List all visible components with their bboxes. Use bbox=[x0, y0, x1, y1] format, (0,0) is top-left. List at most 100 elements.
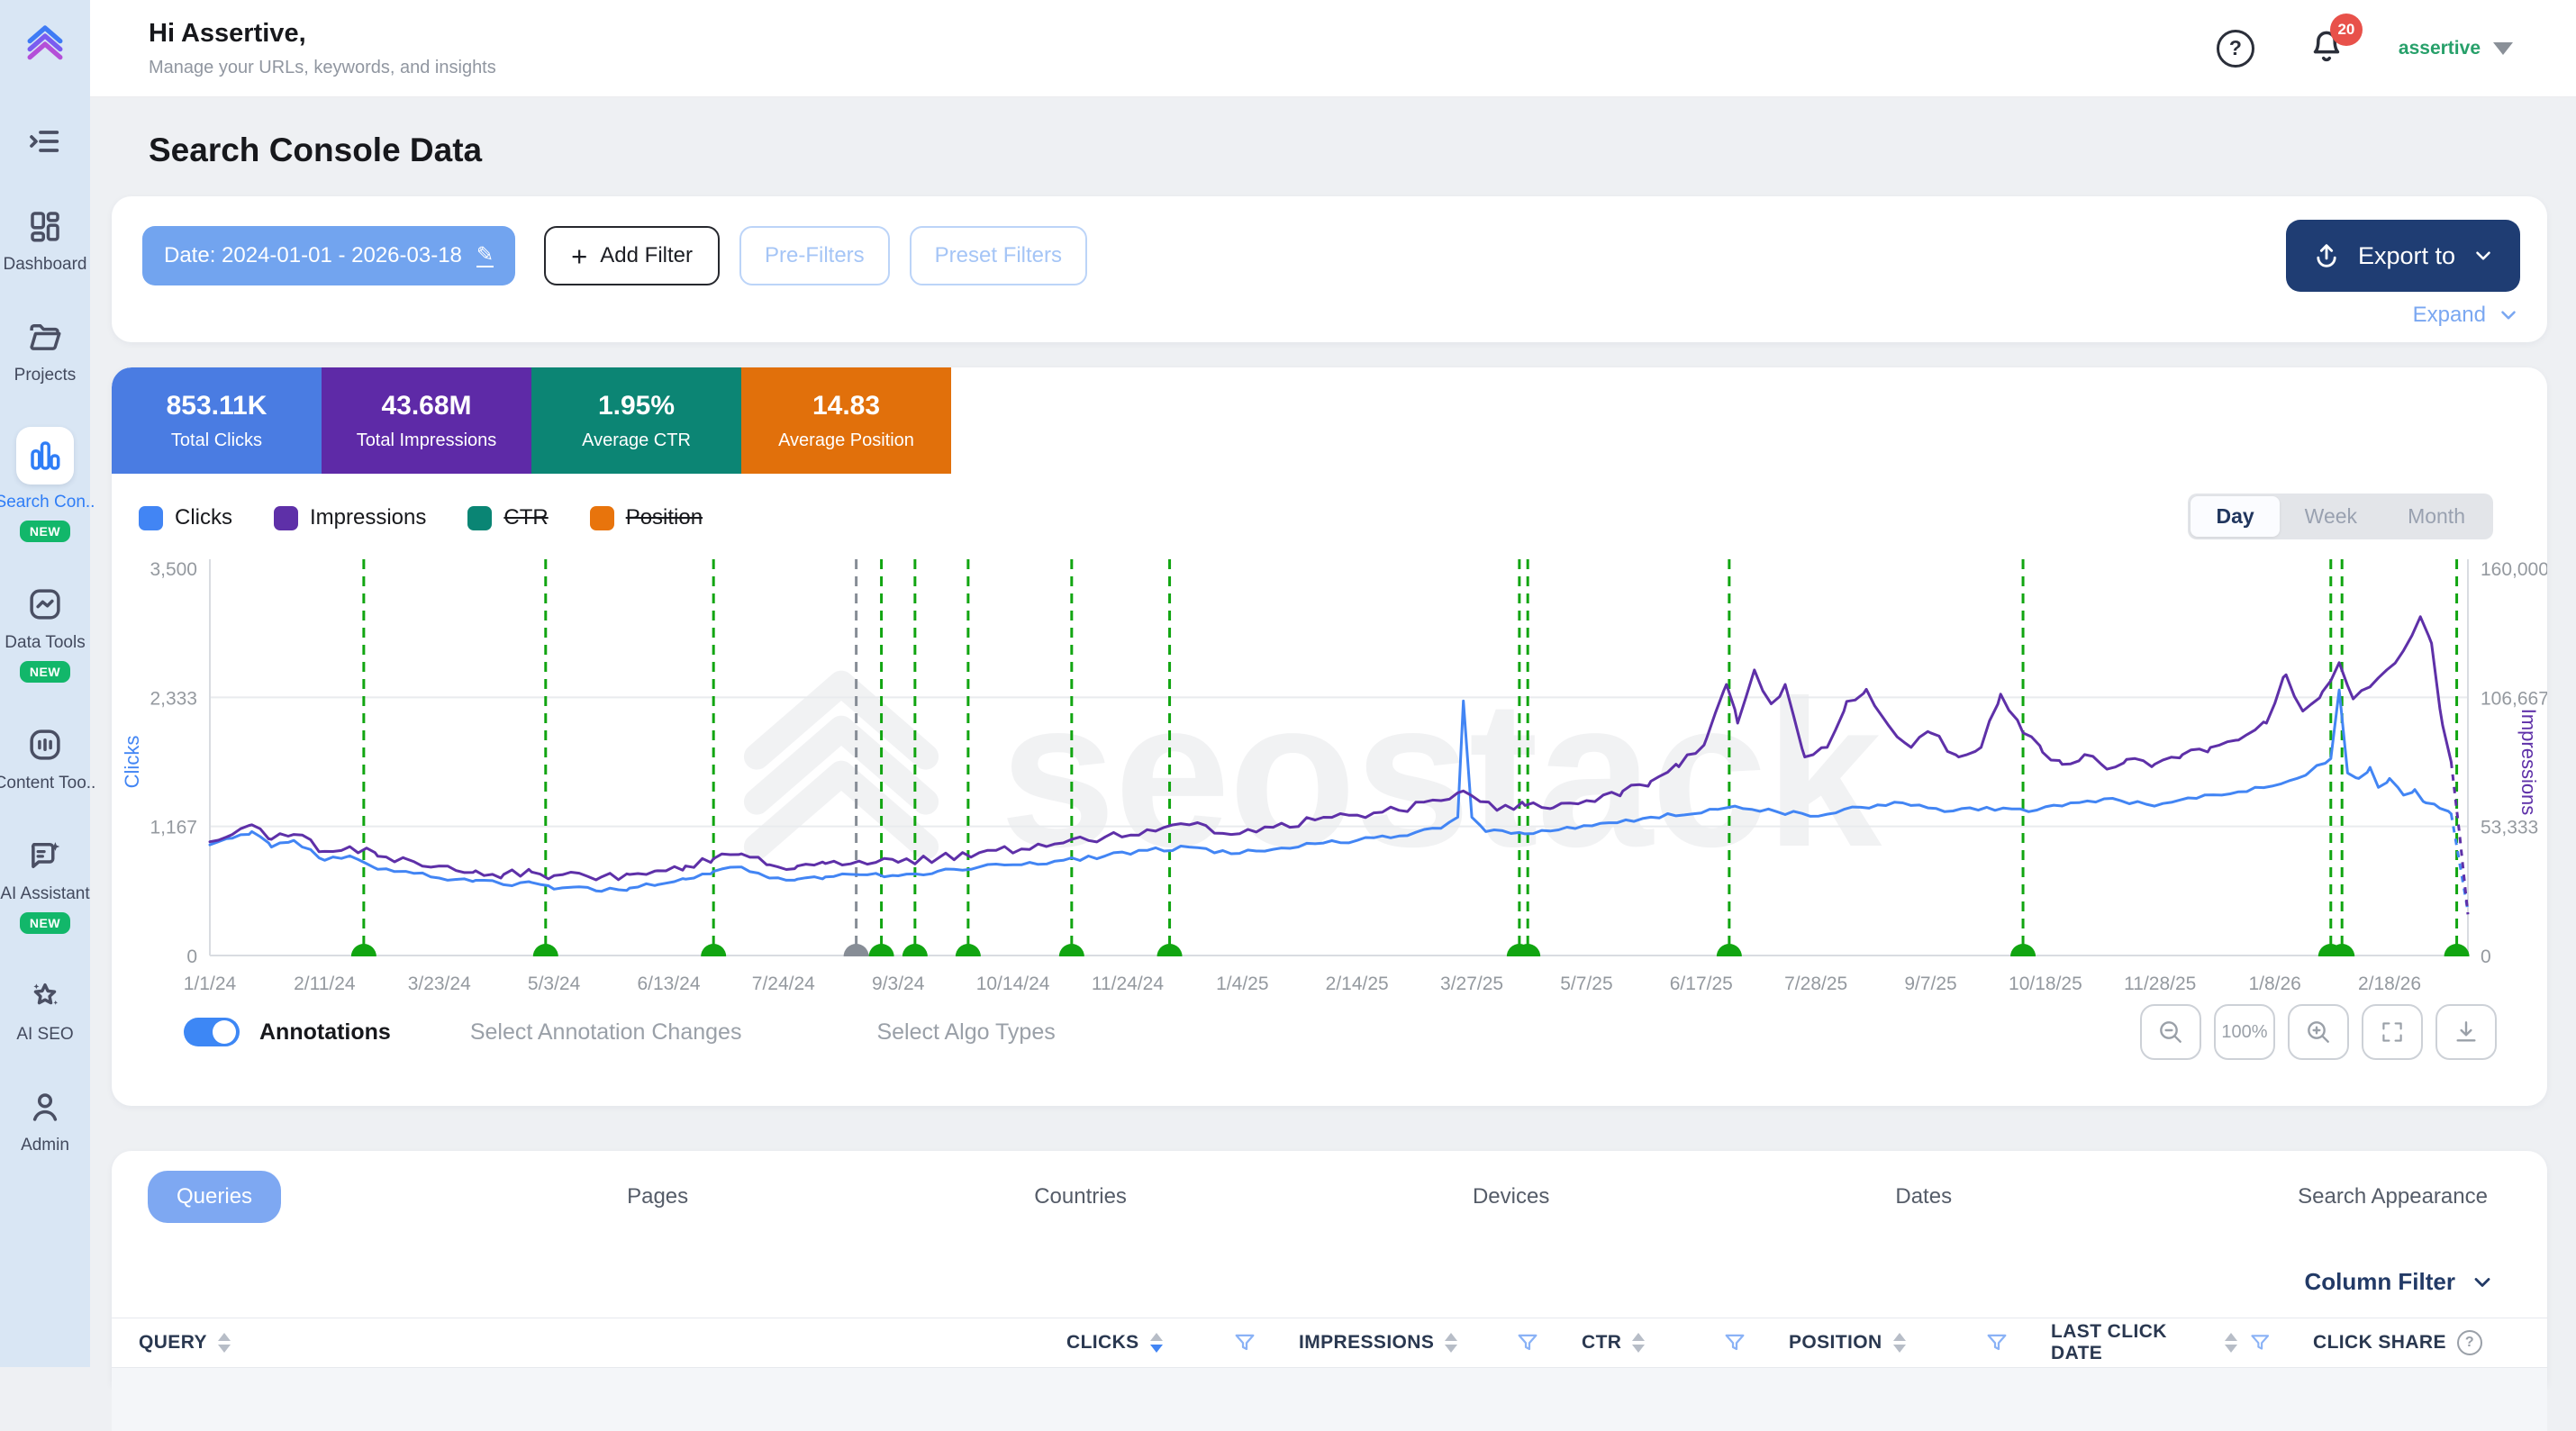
legend-swatch-position bbox=[590, 506, 614, 530]
tab-search-appearance[interactable]: Search Appearance bbox=[2298, 1184, 2488, 1209]
sort-icon[interactable] bbox=[2225, 1333, 2237, 1353]
export-to-button[interactable]: Export to bbox=[2286, 220, 2520, 292]
column-sort-clicks[interactable]: CLICKS bbox=[1066, 1332, 1163, 1354]
new-badge: NEW bbox=[20, 912, 70, 934]
stat-average-position[interactable]: 14.83 Average Position bbox=[741, 367, 951, 474]
column-sort-ctr[interactable]: CTR bbox=[1582, 1332, 1645, 1354]
fullscreen-button[interactable] bbox=[2362, 1004, 2423, 1060]
svg-text:3/27/25: 3/27/25 bbox=[1440, 974, 1503, 994]
svg-text:10/14/24: 10/14/24 bbox=[976, 974, 1050, 994]
pre-filters-button[interactable]: Pre-Filters bbox=[739, 226, 890, 285]
legend-item-position[interactable]: Position bbox=[590, 505, 703, 530]
seostack-logo-icon bbox=[21, 20, 69, 68]
expand-filters-link[interactable]: Expand bbox=[142, 303, 2520, 328]
stat-total-impressions[interactable]: 43.68M Total Impressions bbox=[322, 367, 531, 474]
column-sort-last-click-date[interactable]: LAST CLICK DATE bbox=[2051, 1321, 2237, 1364]
filter-funnel-icon[interactable] bbox=[1232, 1330, 1257, 1355]
help-button[interactable]: ? bbox=[2217, 30, 2254, 68]
column-sort-position[interactable]: POSITION bbox=[1789, 1332, 1906, 1354]
zoom-out-button[interactable] bbox=[2140, 1004, 2201, 1060]
column-header-clicks: CLICKS bbox=[1066, 1330, 1299, 1355]
stat-label: Average CTR bbox=[582, 430, 691, 451]
granularity-day[interactable]: Day bbox=[2191, 496, 2279, 537]
sidebar-item-admin[interactable]: Admin bbox=[21, 1086, 69, 1155]
zoom-level-label: 100% bbox=[2221, 1022, 2267, 1043]
annotations-toggle[interactable] bbox=[184, 1018, 240, 1046]
sort-icon[interactable] bbox=[1893, 1333, 1906, 1353]
notifications-button[interactable]: 20 bbox=[2307, 26, 2346, 70]
svg-text:2/14/25: 2/14/25 bbox=[1326, 974, 1389, 994]
sidebar-item-data-tools[interactable]: Data Tools NEW bbox=[5, 584, 85, 683]
tab-devices[interactable]: Devices bbox=[1473, 1184, 1549, 1209]
sidebar-item-projects[interactable]: Projects bbox=[14, 316, 77, 385]
column-filter-button[interactable]: Column Filter bbox=[112, 1268, 2547, 1296]
chart-legend: Clicks Impressions CTR Position bbox=[139, 497, 2547, 539]
table-tabs: Queries Pages Countries Devices Dates Se… bbox=[112, 1171, 2547, 1223]
stat-average-ctr[interactable]: 1.95% Average CTR bbox=[531, 367, 741, 474]
sidebar-collapse-button[interactable] bbox=[27, 123, 63, 164]
user-menu[interactable]: assertive bbox=[2399, 38, 2513, 59]
person-icon bbox=[24, 1086, 66, 1128]
collapse-menu-icon bbox=[27, 123, 63, 159]
sidebar-item-ai-assistant[interactable]: AI Assistant NEW bbox=[0, 835, 89, 934]
svg-text:1/4/25: 1/4/25 bbox=[1216, 974, 1268, 994]
sort-icon[interactable] bbox=[1445, 1333, 1457, 1353]
trend-chart-icon bbox=[24, 584, 66, 625]
filter-funnel-icon[interactable] bbox=[1984, 1330, 2009, 1355]
filter-funnel-icon[interactable] bbox=[1515, 1330, 1540, 1355]
export-to-label: Export to bbox=[2358, 242, 2455, 270]
column-header-query[interactable]: QUERY bbox=[139, 1332, 1066, 1354]
add-filter-button[interactable]: + Add Filter bbox=[544, 226, 720, 285]
date-filter-chip[interactable]: Date: 2024-01-01 - 2026-03-18 ✎ bbox=[142, 226, 515, 285]
stat-total-clicks[interactable]: 853.11K Total Clicks bbox=[112, 367, 322, 474]
dashboard-grid-icon bbox=[24, 205, 66, 247]
sidebar-item-label: Dashboard bbox=[4, 255, 87, 275]
star-sparkle-icon bbox=[24, 975, 66, 1017]
timeseries-chart[interactable]: 1/1/242/11/243/23/245/3/246/13/247/24/24… bbox=[112, 544, 2547, 999]
tab-dates[interactable]: Dates bbox=[1895, 1184, 1952, 1209]
tab-queries[interactable]: Queries bbox=[148, 1171, 281, 1223]
sidebar-item-content-tools[interactable]: Content Too.. bbox=[0, 724, 95, 793]
stat-value: 1.95% bbox=[598, 391, 675, 421]
column-filter-label: Column Filter bbox=[2304, 1268, 2455, 1296]
sidebar-item-ai-seo[interactable]: AI SEO bbox=[16, 975, 73, 1045]
column-label: CLICK SHARE bbox=[2313, 1332, 2446, 1354]
sidebar-item-dashboard[interactable]: Dashboard bbox=[4, 205, 87, 275]
granularity-month[interactable]: Month bbox=[2382, 496, 2490, 537]
sort-icon-desc-active[interactable] bbox=[1150, 1333, 1163, 1353]
chevron-down-icon bbox=[2472, 244, 2495, 267]
annotations-bar: Annotations Select Annotation Changes Se… bbox=[112, 999, 2547, 1060]
details-table-card: Queries Pages Countries Devices Dates Se… bbox=[112, 1151, 2547, 1385]
legend-swatch-clicks bbox=[139, 506, 163, 530]
chart-plot-area: seostack 1/1/242/11/243/23/245/3/246/13/… bbox=[112, 544, 2547, 999]
filter-funnel-icon[interactable] bbox=[2248, 1330, 2272, 1355]
stat-label: Average Position bbox=[778, 430, 914, 451]
select-annotation-changes[interactable]: Select Annotation Changes bbox=[470, 1019, 742, 1046]
granularity-week[interactable]: Week bbox=[2280, 496, 2382, 537]
select-algo-types[interactable]: Select Algo Types bbox=[876, 1019, 1055, 1046]
stat-label: Total Impressions bbox=[357, 430, 497, 451]
zoom-in-button[interactable] bbox=[2288, 1004, 2349, 1060]
tab-pages[interactable]: Pages bbox=[627, 1184, 688, 1209]
preset-filters-button[interactable]: Preset Filters bbox=[910, 226, 1087, 285]
svg-text:10/18/25: 10/18/25 bbox=[2009, 974, 2082, 994]
help-circle-icon[interactable]: ? bbox=[2457, 1330, 2482, 1355]
legend-item-ctr[interactable]: CTR bbox=[467, 505, 548, 530]
summary-stats: 853.11K Total Clicks 43.68M Total Impres… bbox=[112, 367, 2547, 474]
tab-countries[interactable]: Countries bbox=[1034, 1184, 1127, 1209]
sidebar-item-search-console[interactable]: Search Con.. NEW bbox=[0, 427, 95, 542]
download-chart-button[interactable] bbox=[2435, 1004, 2497, 1060]
sort-icon[interactable] bbox=[218, 1333, 231, 1353]
edit-pencil-icon[interactable]: ✎ bbox=[476, 244, 494, 267]
zoom-level-button[interactable]: 100% bbox=[2214, 1004, 2275, 1060]
filter-funnel-icon[interactable] bbox=[1722, 1330, 1747, 1355]
table-row[interactable] bbox=[112, 1368, 2547, 1431]
column-sort-impressions[interactable]: IMPRESSIONS bbox=[1299, 1332, 1457, 1354]
sort-icon[interactable] bbox=[1632, 1333, 1645, 1353]
column-header-last-click-date: LAST CLICK DATE bbox=[2051, 1321, 2313, 1364]
legend-item-clicks[interactable]: Clicks bbox=[139, 505, 232, 530]
legend-item-impressions[interactable]: Impressions bbox=[274, 505, 426, 530]
app-logo-icon[interactable] bbox=[21, 20, 69, 73]
svg-text:3/23/24: 3/23/24 bbox=[408, 974, 471, 994]
chart-card: 853.11K Total Clicks 43.68M Total Impres… bbox=[112, 367, 2547, 1106]
